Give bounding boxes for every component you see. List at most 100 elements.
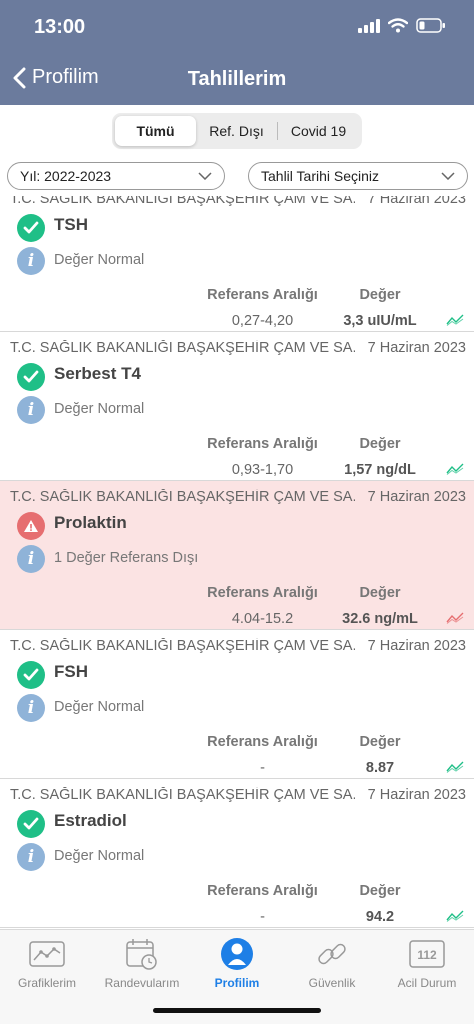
value-label: Değer	[359, 436, 401, 452]
wifi-icon	[388, 18, 408, 33]
ref-range-label: Referans Aralığı	[207, 585, 318, 601]
result-date: 7 Haziran 2023	[367, 196, 466, 207]
results-list[interactable]: T.C. SAĞLIK BAKANLIĞI BAŞAKŞEHİR ÇAM VE …	[0, 196, 474, 929]
tab-profilim[interactable]: Profilim	[190, 936, 284, 990]
tab-grafiklerim[interactable]: Grafiklerim	[0, 936, 94, 990]
info-icon: i	[17, 545, 45, 573]
trend-chart-icon[interactable]	[446, 314, 464, 326]
result-value: 32.6 ng/mL	[342, 611, 418, 627]
calendar-icon	[125, 936, 159, 972]
check-icon	[17, 810, 45, 838]
ref-range-value: -	[260, 909, 265, 925]
result-status-text: 1 Değer Referans Dışı	[54, 550, 199, 566]
year-select[interactable]: Yıl: 2022-2023	[7, 162, 225, 190]
status-icons	[358, 18, 446, 33]
home-indicator	[153, 1008, 321, 1013]
result-date: 7 Haziran 2023	[367, 787, 466, 803]
chevron-down-icon	[441, 172, 455, 180]
check-icon	[17, 363, 45, 391]
result-status-text: Değer Normal	[54, 252, 145, 268]
result-card[interactable]: T.C. SAĞLIK BAKANLIĞI BAŞAKŞEHİR ÇAM VE …	[0, 630, 474, 779]
card-header: T.C. SAĞLIK BAKANLIĞI BAŞAKŞEHİR ÇAM VE …	[10, 787, 466, 803]
card-header: T.C. SAĞLIK BAKANLIĞI BAŞAKŞEHİR ÇAM VE …	[10, 340, 466, 356]
result-value: 3,3 uIU/mL	[343, 313, 417, 329]
info-icon: i	[17, 694, 45, 722]
ref-range-value: 0,27-4,20	[231, 313, 294, 329]
result-value: 8.87	[365, 760, 395, 776]
result-status-text: Değer Normal	[54, 401, 145, 417]
value-label: Değer	[359, 883, 401, 899]
result-status-text: Değer Normal	[54, 699, 145, 715]
segment-all[interactable]: Tümü	[115, 116, 196, 146]
hospital-name: T.C. SAĞLIK BAKANLIĞI BAŞAKŞEHİR ÇAM VE …	[10, 340, 355, 356]
tab-label: Profilim	[214, 976, 260, 990]
header: 13:00 Profilim Tahlillerim	[0, 0, 474, 105]
ref-range-value: 0,93-1,70	[231, 462, 294, 478]
tab-label: Randevularım	[104, 976, 180, 990]
ref-range-label: Referans Aralığı	[207, 436, 318, 452]
emergency-number: 112	[417, 948, 437, 962]
tab-randevularim[interactable]: Randevularım	[95, 936, 189, 990]
info-icon: i	[17, 396, 45, 424]
tab-label: Grafiklerim	[17, 976, 76, 990]
hospital-name: T.C. SAĞLIK BAKANLIĞI BAŞAKŞEHİR ÇAM VE …	[10, 489, 355, 505]
test-name: Serbest T4	[54, 364, 141, 383]
date-select-value: Tahlil Tarihi Seçiniz	[261, 168, 380, 184]
result-value: 94.2	[365, 909, 395, 925]
result-value: 1,57 ng/dL	[344, 462, 416, 478]
signal-icon	[358, 18, 380, 33]
trend-chart-icon[interactable]	[446, 761, 464, 773]
value-label: Değer	[359, 585, 401, 601]
segment-out-of-range[interactable]: Ref. Dışı	[196, 116, 277, 146]
result-date: 7 Haziran 2023	[367, 638, 466, 654]
trend-chart-icon[interactable]	[446, 612, 464, 624]
chevron-down-icon	[198, 172, 212, 180]
page-title: Tahlillerim	[187, 68, 287, 90]
tab-acil-durum[interactable]: 112 Acil Durum	[380, 936, 474, 990]
value-label: Değer	[359, 734, 401, 750]
ref-range-label: Referans Aralığı	[207, 734, 318, 750]
test-name: FSH	[54, 662, 88, 681]
result-card[interactable]: T.C. SAĞLIK BAKANLIĞI BAŞAKŞEHİR ÇAM VE …	[0, 196, 474, 332]
result-date: 7 Haziran 2023	[367, 489, 466, 505]
check-icon	[17, 661, 45, 689]
info-icon: i	[17, 843, 45, 871]
ref-range-label: Referans Aralığı	[207, 883, 318, 899]
ref-range-value: 4.04-15.2	[231, 611, 294, 627]
check-icon	[17, 214, 45, 242]
hospital-name: T.C. SAĞLIK BAKANLIĞI BAŞAKŞEHİR ÇAM VE …	[10, 787, 355, 803]
emergency-112-icon: 112	[409, 936, 445, 972]
card-header: T.C. SAĞLIK BAKANLIĞI BAŞAKŞEHİR ÇAM VE …	[10, 196, 466, 207]
hospital-name: T.C. SAĞLIK BAKANLIĞI BAŞAKŞEHİR ÇAM VE …	[10, 638, 355, 654]
warning-icon	[17, 512, 45, 540]
year-select-value: Yıl: 2022-2023	[20, 168, 112, 184]
trend-chart-icon[interactable]	[446, 910, 464, 922]
card-header: T.C. SAĞLIK BAKANLIĞI BAŞAKŞEHİR ÇAM VE …	[10, 638, 466, 654]
tab-guvenlik[interactable]: Güvenlik	[285, 936, 379, 990]
date-select[interactable]: Tahlil Tarihi Seçiniz	[248, 162, 468, 190]
ref-range-value: -	[260, 760, 265, 776]
trend-chart-icon[interactable]	[446, 463, 464, 475]
battery-icon	[416, 18, 445, 33]
card-header: T.C. SAĞLIK BAKANLIĞI BAŞAKŞEHİR ÇAM VE …	[10, 489, 466, 505]
profile-icon	[220, 936, 254, 972]
result-date: 7 Haziran 2023	[367, 340, 466, 356]
tab-label: Acil Durum	[397, 976, 457, 990]
result-card[interactable]: T.C. SAĞLIK BAKANLIĞI BAŞAKŞEHİR ÇAM VE …	[0, 779, 474, 928]
result-card[interactable]: T.C. SAĞLIK BAKANLIĞI BAŞAKŞEHİR ÇAM VE …	[0, 332, 474, 481]
result-status-text: Değer Normal	[54, 848, 145, 864]
tab-label: Güvenlik	[308, 976, 356, 990]
status-time: 13:00	[34, 16, 86, 38]
info-icon: i	[17, 247, 45, 275]
value-label: Değer	[359, 287, 401, 303]
chart-icon	[29, 936, 65, 972]
filter-segmented-control: Tümü Ref. Dışı Covid 19	[112, 113, 362, 149]
test-name: TSH	[54, 215, 88, 234]
ref-range-label: Referans Aralığı	[207, 287, 318, 303]
hospital-name: T.C. SAĞLIK BAKANLIĞI BAŞAKŞEHİR ÇAM VE …	[10, 196, 355, 207]
test-name: Prolaktin	[54, 513, 127, 532]
link-icon	[315, 936, 349, 972]
segment-covid[interactable]: Covid 19	[278, 116, 359, 146]
result-card-alert[interactable]: T.C. SAĞLIK BAKANLIĞI BAŞAKŞEHİR ÇAM VE …	[0, 481, 474, 630]
test-name: Estradiol	[54, 811, 127, 830]
